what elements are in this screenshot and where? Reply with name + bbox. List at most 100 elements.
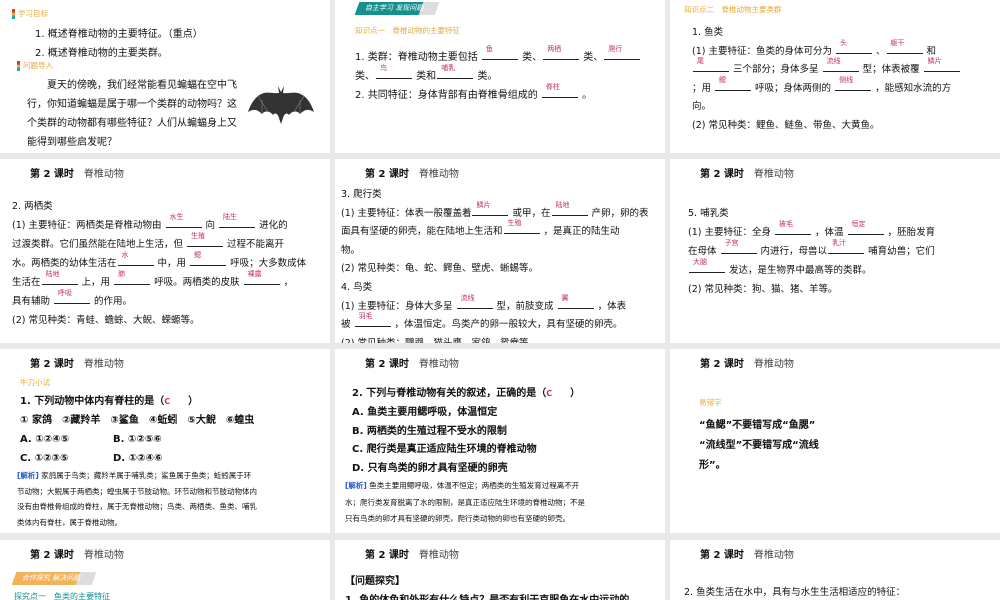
lesson-number: 第 2 课时 <box>365 550 409 561</box>
text-segment: 水。两栖类的幼体生活在 <box>12 258 117 269</box>
answer-blank[interactable]: 头 <box>836 39 872 54</box>
option-b[interactable]: B. ①②⑤⑥ <box>113 434 162 445</box>
answer-blank[interactable]: 呼吸 <box>54 289 91 304</box>
analysis-line: 没有由脊椎骨组成的脊柱，属于无脊椎动物；鸟类、两栖类、鱼类、哺乳 <box>17 502 257 511</box>
answer-blank[interactable]: 躯干 <box>886 39 923 54</box>
text-line: 类、鸟 类和 哺乳 类。 <box>355 64 641 86</box>
answer-blank[interactable]: 恒定 <box>847 220 884 235</box>
answer-blank[interactable]: 鱼 <box>481 45 518 60</box>
intro-line: 夏天的傍晚，我们经常能看见蝙蝠在空中飞 <box>27 80 237 91</box>
answer-blank[interactable]: 鳃 <box>715 76 752 91</box>
text-segment: ， <box>280 277 294 288</box>
answer-blank[interactable]: 肺 <box>114 270 151 285</box>
answer-blank[interactable]: 大脑 <box>689 258 725 273</box>
slide-quiz-1[interactable]: 第 2 课时 脊椎动物 牛刀小试 1. 下列动物中体内有脊柱的是（C ） ① 家鸽 … <box>0 349 330 533</box>
answer-blank[interactable]: 裸露 <box>243 270 280 285</box>
text-segment: 型；体表被覆 <box>859 64 923 75</box>
option-a[interactable]: A. 鱼类主要用鳃呼吸，体温恒定 <box>352 404 580 423</box>
slide-explore[interactable]: 第 2 课时 脊椎动物 合作探究 解决问题 探究点一 鱼类的主要特征 <box>0 540 330 600</box>
text-line: 1. 鱼类 <box>692 24 961 43</box>
answer-blank[interactable]: 两栖 <box>543 45 580 60</box>
answer-text: 躯干 <box>890 38 905 47</box>
text-segment: (1) 主要特征：体表一般覆盖着 <box>341 207 472 219</box>
lesson-topic: 脊椎动物 <box>83 169 124 180</box>
slide-mammals[interactable]: 第 2 课时 脊椎动物 5. 哺乳类 (1) 主要特征：全身 被毛 ，体温 恒定 ，… <box>670 159 1000 343</box>
slide-common-mistakes[interactable]: 第 2 课时 脊椎动物 易错字 “鱼鳃”不要错写成“鱼腮” “流线型”不要错写成“… <box>670 349 1000 533</box>
answer-text: 恒定 <box>851 220 866 228</box>
text-segment: 进化的 <box>256 220 288 231</box>
text-line: 具有辅助 呼吸 的作用。 <box>12 289 306 311</box>
slide-quiz-2[interactable]: 第 2 课时 脊椎动物 2. 下列与脊椎动物有关的叙述，正确的是（C ） A. 鱼类… <box>335 349 665 533</box>
answer-blank[interactable]: 子宫 <box>720 239 757 254</box>
option-c[interactable]: C. 爬行类是真正适应陆生环境的脊椎动物 <box>352 441 580 460</box>
mistakes-label: 易错字 <box>699 398 722 407</box>
slide-key-point-2[interactable]: 知识点二 脊椎动物主要类群 1. 鱼类 (1) 主要特征：鱼类的身体可分为 头 、… <box>670 0 1000 153</box>
option-d[interactable]: D. 只有鸟类的卵才具有坚硬的卵壳 <box>352 460 580 479</box>
slide-title: 第 2 课时 脊椎动物 <box>30 355 124 370</box>
answer-text: 流线 <box>460 293 475 302</box>
answer-blank[interactable]: 鳞片 <box>472 201 509 216</box>
answer-blank[interactable]: 爬行 <box>604 45 641 60</box>
text-segment: 发达，是生物界中最高等的类群。 <box>726 265 872 276</box>
text-line: (1) 主要特征：身体大多呈 流线 型，前肢变成 翼 ，体表 <box>341 294 649 317</box>
option-c[interactable]: C. ①②③⑤ <box>20 449 113 468</box>
text-line: 大脑 发达，是生物界中最高等的类群。 <box>688 258 935 280</box>
slide-learning-goals[interactable]: 学习目标 1. 概述脊椎动物的主要特征。（重点） 2. 概述脊椎动物的主要类群。… <box>0 0 330 153</box>
option-d[interactable]: D. ①②④⑥ <box>113 453 162 464</box>
question: 2. 下列与脊椎动物有关的叙述，正确的是（C ） <box>352 385 580 404</box>
answer-blank[interactable]: 鸟 <box>376 64 412 79</box>
slide-fish-adaptation[interactable]: 第 2 课时 脊椎动物 2. 鱼类生活在水中，具有与水生生活相适应的特征： <box>670 540 1000 600</box>
answer-blank[interactable]: 流线 <box>456 294 493 309</box>
text-segment: 5. 哺乳类 <box>688 208 729 219</box>
answer-blank[interactable]: 生殖 <box>503 219 540 235</box>
lesson-topic: 脊椎动物 <box>418 550 459 561</box>
answer-blank[interactable]: 侧线 <box>835 76 872 91</box>
answer-text: 脊柱 <box>545 83 560 91</box>
slide-title: 第 2 课时 脊椎动物 <box>365 165 459 180</box>
answer-blank[interactable]: 生殖 <box>187 232 224 247</box>
answer-blank[interactable]: 鳞片 <box>923 57 960 72</box>
answer-blank[interactable]: 脊柱 <box>541 83 578 98</box>
answer-blank[interactable]: 鳃 <box>190 251 227 266</box>
answer-blank[interactable]: 陆地 <box>551 201 588 216</box>
slide-problem-explore[interactable]: 第 2 课时脊椎动物 【问题探究】 1. 鱼的体色和外形有什么特点？是否有利于克… <box>335 540 665 600</box>
slide-key-point-1[interactable]: 自主学习 发现问题 知识点一 脊椎动物的主要特征 1. 类群：脊椎动物主要包括 … <box>335 0 665 153</box>
section-heading: 知识点一 脊椎动物的主要特征 <box>355 26 460 35</box>
text-line: 4. 鸟类 <box>341 279 649 298</box>
answer-blank[interactable]: 被毛 <box>775 220 811 235</box>
problem-heading: 【问题探究】 <box>345 576 405 587</box>
slide-amphibians[interactable]: 第 2 课时 脊椎动物 2. 两栖类 (1) 主要特征：两栖类是脊椎动物由 水生 向… <box>0 159 330 343</box>
section-banner: 合作探究 解决问题 <box>11 572 97 585</box>
answer-mark: C <box>164 397 171 406</box>
text-line: 面具有坚硬的卵壳，能在陆地上生活和 生殖 ，是真正的陆生动 <box>341 219 649 242</box>
answer-blank[interactable]: 乳汁 <box>828 239 865 254</box>
slide-reptiles-birds[interactable]: 第 2 课时 脊椎动物 3. 爬行类 (1) 主要特征：体表一般覆盖着 鳞片 或甲，在… <box>335 159 665 343</box>
label-marker-icon <box>17 61 20 71</box>
analysis-line: 节动物；大鲵属于两栖类；蝗虫属于节肢动物。环节动物和节肢动物体内 <box>17 486 257 496</box>
text-line: 2. 共同特征：身体背部有由脊椎骨组成的 脊柱 。 <box>355 83 641 105</box>
section-banner: 自主学习 发现问题 <box>354 2 440 15</box>
answer-text: 流线 <box>826 57 841 65</box>
answer-blank[interactable]: 翼 <box>557 294 594 309</box>
slide-title: 第 2 课时 脊椎动物 <box>30 165 124 180</box>
answer-text: 哺乳 <box>441 64 456 72</box>
text-segment: 1. 类群：脊椎动物主要包括 <box>355 52 481 63</box>
analysis-line: 只有鸟类的卵才具有坚硬的卵壳，爬行类动物的卵也有坚硬的卵壳。 <box>345 514 570 523</box>
text-segment: 类、 <box>580 52 604 63</box>
option-a[interactable]: A. ①②④⑤ <box>20 430 113 449</box>
option-b[interactable]: B. 两栖类的生殖过程不受水的限制 <box>352 423 580 442</box>
text-segment: ，胚胎发育 <box>884 227 936 238</box>
answer-text: 被毛 <box>779 220 793 228</box>
text-segment: ；用 <box>692 82 715 94</box>
goal-item: 1. 概述脊椎动物的主要特征。（重点） <box>35 29 203 40</box>
label-marker-icon <box>12 9 15 19</box>
slide-title: 第 2 课时 脊椎动物 <box>30 546 124 561</box>
answer-blank[interactable]: 陆生 <box>219 213 256 228</box>
answer-blank[interactable]: 羽毛 <box>354 312 391 328</box>
analysis: [解析] 鱼类主要用鳃呼吸，体温不恒定；两栖类的生殖发育过程离不开 水；爬行类发… <box>345 478 585 528</box>
fill-in-text: 1. 鱼类 (1) 主要特征：鱼类的身体可分为 头 、躯干 和尾 三个部分；身体多… <box>692 24 961 135</box>
text-segment: 呼吸；身体两侧的 <box>752 82 835 94</box>
question-close: ） <box>188 396 199 407</box>
answer-blank[interactable]: 哺乳 <box>437 64 474 79</box>
text-line: 5. 哺乳类 <box>688 204 935 223</box>
